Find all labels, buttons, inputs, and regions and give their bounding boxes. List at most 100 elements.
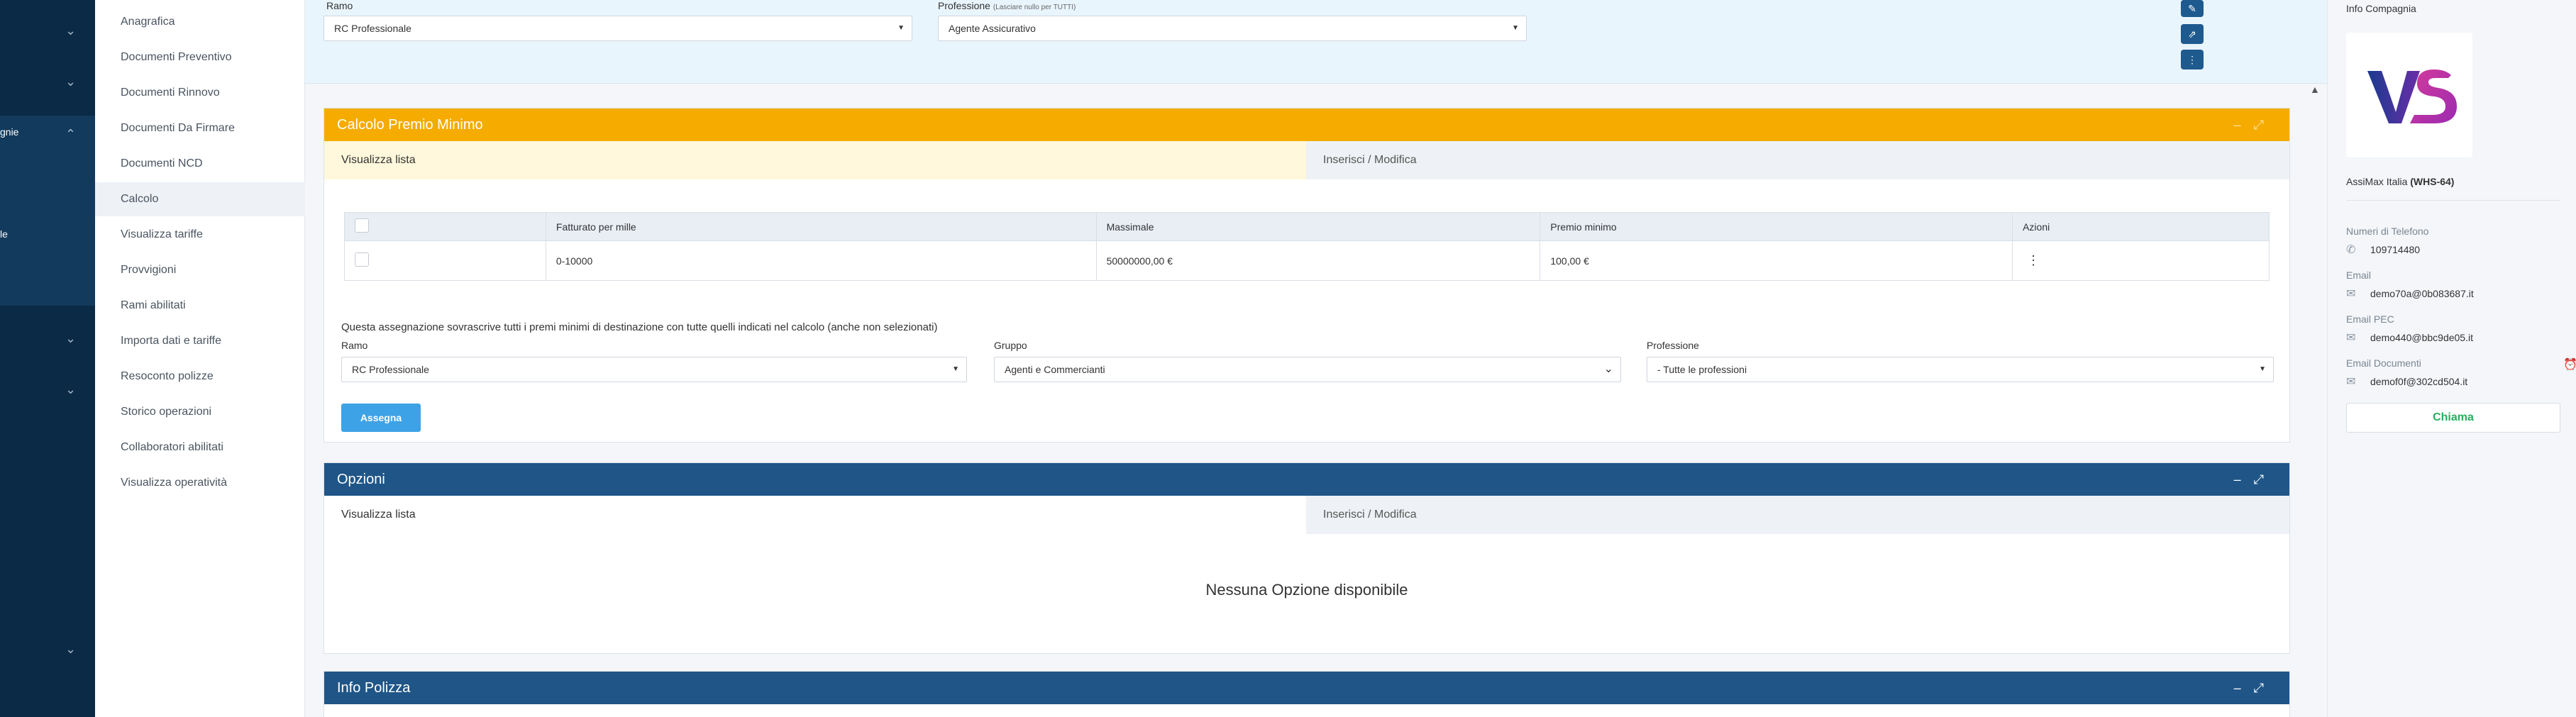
calcolo-panel-header: Calcolo Premio Minimo –⤢ xyxy=(324,109,2289,141)
nav-item-label[interactable]: le xyxy=(0,228,8,240)
submenu-item-rami-abilitati[interactable]: Rami abilitati xyxy=(95,289,305,323)
minimize-icon[interactable]: – xyxy=(2234,681,2254,695)
opzioni-tabs: Visualizza lista Inserisci / Modifica xyxy=(324,496,2289,534)
company-name-line: AssiMax Italia (WHS-64) xyxy=(2346,176,2454,187)
tab-inserisci-modifica[interactable]: Inserisci / Modifica xyxy=(1306,141,2289,179)
submenu-item-documenti-da-firmare[interactable]: Documenti Da Firmare xyxy=(95,111,305,145)
assign-gruppo-select[interactable]: Agenti e Commercianti ⌄ xyxy=(994,357,1621,382)
company-logo xyxy=(2346,33,2472,157)
scroll-up-icon[interactable]: ▲ xyxy=(2310,84,2320,95)
edit-link-button[interactable]: ✎ xyxy=(2181,0,2204,17)
chevron-down-icon[interactable]: ⌄ xyxy=(65,383,76,396)
chevron-down-icon[interactable]: ⌄ xyxy=(65,332,76,345)
table-row: 0-10000 50000000,00 € 100,00 € ⋮ xyxy=(344,240,2270,281)
assign-professione-select[interactable]: - Tutte le professioni ▼ xyxy=(1647,357,2274,382)
tab-inserisci-modifica[interactable]: Inserisci / Modifica xyxy=(1306,496,2289,534)
chevron-down-icon[interactable]: ⌄ xyxy=(65,24,76,37)
select-all-checkbox[interactable] xyxy=(355,218,369,233)
assign-ramo-value: RC Professionale xyxy=(352,364,429,375)
caret-down-icon: ▼ xyxy=(897,24,905,32)
professione-label: Professione (Lasciare nullo per TUTTI) xyxy=(938,0,1076,11)
mail-icon: ✉ xyxy=(2346,288,2356,300)
cell-premio: 100,00 € xyxy=(1539,240,2013,281)
external-link-icon: ⇗ xyxy=(2188,28,2196,40)
assign-note: Questa assegnazione sovrascrive tutti i … xyxy=(341,321,938,333)
submenu-item-provvigioni[interactable]: Provvigioni xyxy=(95,253,305,287)
more-options-button[interactable]: ⋮ xyxy=(2181,50,2204,70)
assign-gruppo-label: Gruppo xyxy=(994,340,1027,351)
pec-value[interactable]: demo440@bbc9de05.it xyxy=(2370,332,2473,343)
submenu-item-storico-operazioni[interactable]: Storico operazioni xyxy=(95,395,305,429)
professione-select[interactable]: Agente Assicurativo ▼ xyxy=(938,16,1527,41)
chevron-down-icon[interactable]: ⌄ xyxy=(65,643,76,655)
phone-label: Numeri di Telefono xyxy=(2346,226,2429,237)
minimize-icon[interactable]: – xyxy=(2234,472,2254,487)
empty-state-text: Nessuna Opzione disponibile xyxy=(1205,581,1408,599)
table-header-row: Fatturato per mille Massimale Premio min… xyxy=(344,212,2270,241)
company-info-panel: Info Compagnia AssiMax Italia (WHS-64) N… xyxy=(2327,0,2576,717)
assign-ramo-select[interactable]: RC Professionale ▼ xyxy=(341,357,967,382)
docs-email-value[interactable]: demof0f@302cd504.it xyxy=(2370,376,2467,387)
company-info-heading: Info Compagnia xyxy=(2346,3,2416,14)
pec-label: Email PEC xyxy=(2346,313,2394,325)
email-value[interactable]: demo70a@0b083687.it xyxy=(2370,288,2474,299)
panel-tools: –⤢ xyxy=(2234,463,2277,496)
chevron-up-icon[interactable]: ⌃ xyxy=(65,128,76,140)
submenu-item-calcolo[interactable]: Calcolo xyxy=(95,182,305,216)
submenu-item-documenti-rinnovo[interactable]: Documenti Rinnovo xyxy=(95,76,305,110)
calcolo-premio-panel: Calcolo Premio Minimo –⤢ Visualizza list… xyxy=(324,108,2290,443)
cell-fatturato: 0-10000 xyxy=(545,240,1097,281)
row-checkbox[interactable] xyxy=(355,252,369,267)
tab-visualizza-lista[interactable]: Visualizza lista xyxy=(324,496,1306,534)
submenu-item-documenti-ncd[interactable]: Documenti NCD xyxy=(95,147,305,181)
expand-icon[interactable]: ⤢ xyxy=(2254,681,2277,695)
expand-icon[interactable]: ⤢ xyxy=(2254,472,2277,487)
panel-tools: –⤢ xyxy=(2234,672,2277,704)
caret-down-icon: ▼ xyxy=(952,365,959,373)
open-external-button[interactable]: ⇗ xyxy=(2181,24,2204,44)
calcolo-panel-title: Calcolo Premio Minimo xyxy=(337,117,483,133)
divider xyxy=(2346,200,2560,201)
phone-value[interactable]: 109714480 xyxy=(2370,244,2420,255)
submenu-item-resoconto-polizze[interactable]: Resoconto polizze xyxy=(95,360,305,394)
docs-email-label: Email Documenti xyxy=(2346,357,2421,369)
premio-table: Fatturato per mille Massimale Premio min… xyxy=(344,212,2270,281)
opzioni-panel-title: Opzioni xyxy=(337,472,385,487)
submenu-item-visualizza-tariffe[interactable]: Visualizza tariffe xyxy=(95,218,305,252)
minimize-icon[interactable]: – xyxy=(2234,118,2254,132)
col-massimale[interactable]: Massimale xyxy=(1095,212,1541,241)
col-azioni: Azioni xyxy=(2012,212,2270,241)
col-premio-minimo[interactable]: Premio minimo xyxy=(1539,212,2013,241)
mail-icon: ✉ xyxy=(2346,332,2356,344)
submenu-item-visualizza-operativita[interactable]: Visualizza operatività xyxy=(95,466,305,500)
caret-down-icon: ▼ xyxy=(1512,24,1519,32)
info-polizza-title: Info Polizza xyxy=(337,680,411,696)
submenu-item-anagrafica[interactable]: Anagrafica xyxy=(95,5,305,39)
professione-select-value: Agente Assicurativo xyxy=(949,23,1036,34)
chevron-down-icon[interactable]: ⌄ xyxy=(65,75,76,88)
col-fatturato[interactable]: Fatturato per mille xyxy=(545,212,1097,241)
submenu-item-importa-dati[interactable]: Importa dati e tariffe xyxy=(95,324,305,358)
submenu-item-collaboratori-abilitati[interactable]: Collaboratori abilitati xyxy=(95,430,305,465)
more-vertical-icon[interactable]: ⋮ xyxy=(2023,253,2040,267)
chiama-button[interactable]: Chiama xyxy=(2346,403,2560,433)
link-icon: ✎ xyxy=(2188,3,2196,14)
assign-gruppo-value: Agenti e Commercianti xyxy=(1005,364,1105,375)
assign-professione-label: Professione xyxy=(1647,340,1699,351)
nav-item-compagnie-label[interactable]: gnie xyxy=(0,126,18,138)
info-polizza-header: Info Polizza –⤢ xyxy=(324,672,2289,704)
submenu-item-documenti-preventivo[interactable]: Documenti Preventivo xyxy=(95,40,305,74)
ramo-select[interactable]: RC Professionale ▼ xyxy=(324,16,912,41)
expand-icon[interactable]: ⤢ xyxy=(2254,118,2277,132)
info-polizza-panel: Info Polizza –⤢ xyxy=(324,671,2290,717)
alarm-icon[interactable]: ⏰ xyxy=(2563,357,2576,372)
mail-icon: ✉ xyxy=(2346,376,2356,388)
select-all-cell xyxy=(344,212,546,241)
email-label: Email xyxy=(2346,269,2372,281)
company-submenu: Anagrafica Documenti Preventivo Document… xyxy=(95,0,305,717)
cell-azioni: ⋮ xyxy=(2012,240,2270,281)
nav-active-section xyxy=(0,116,95,306)
tab-visualizza-lista[interactable]: Visualizza lista xyxy=(324,141,1306,179)
professione-hint: (Lasciare nullo per TUTTI) xyxy=(993,4,1076,11)
assegna-button[interactable]: Assegna xyxy=(341,404,421,432)
